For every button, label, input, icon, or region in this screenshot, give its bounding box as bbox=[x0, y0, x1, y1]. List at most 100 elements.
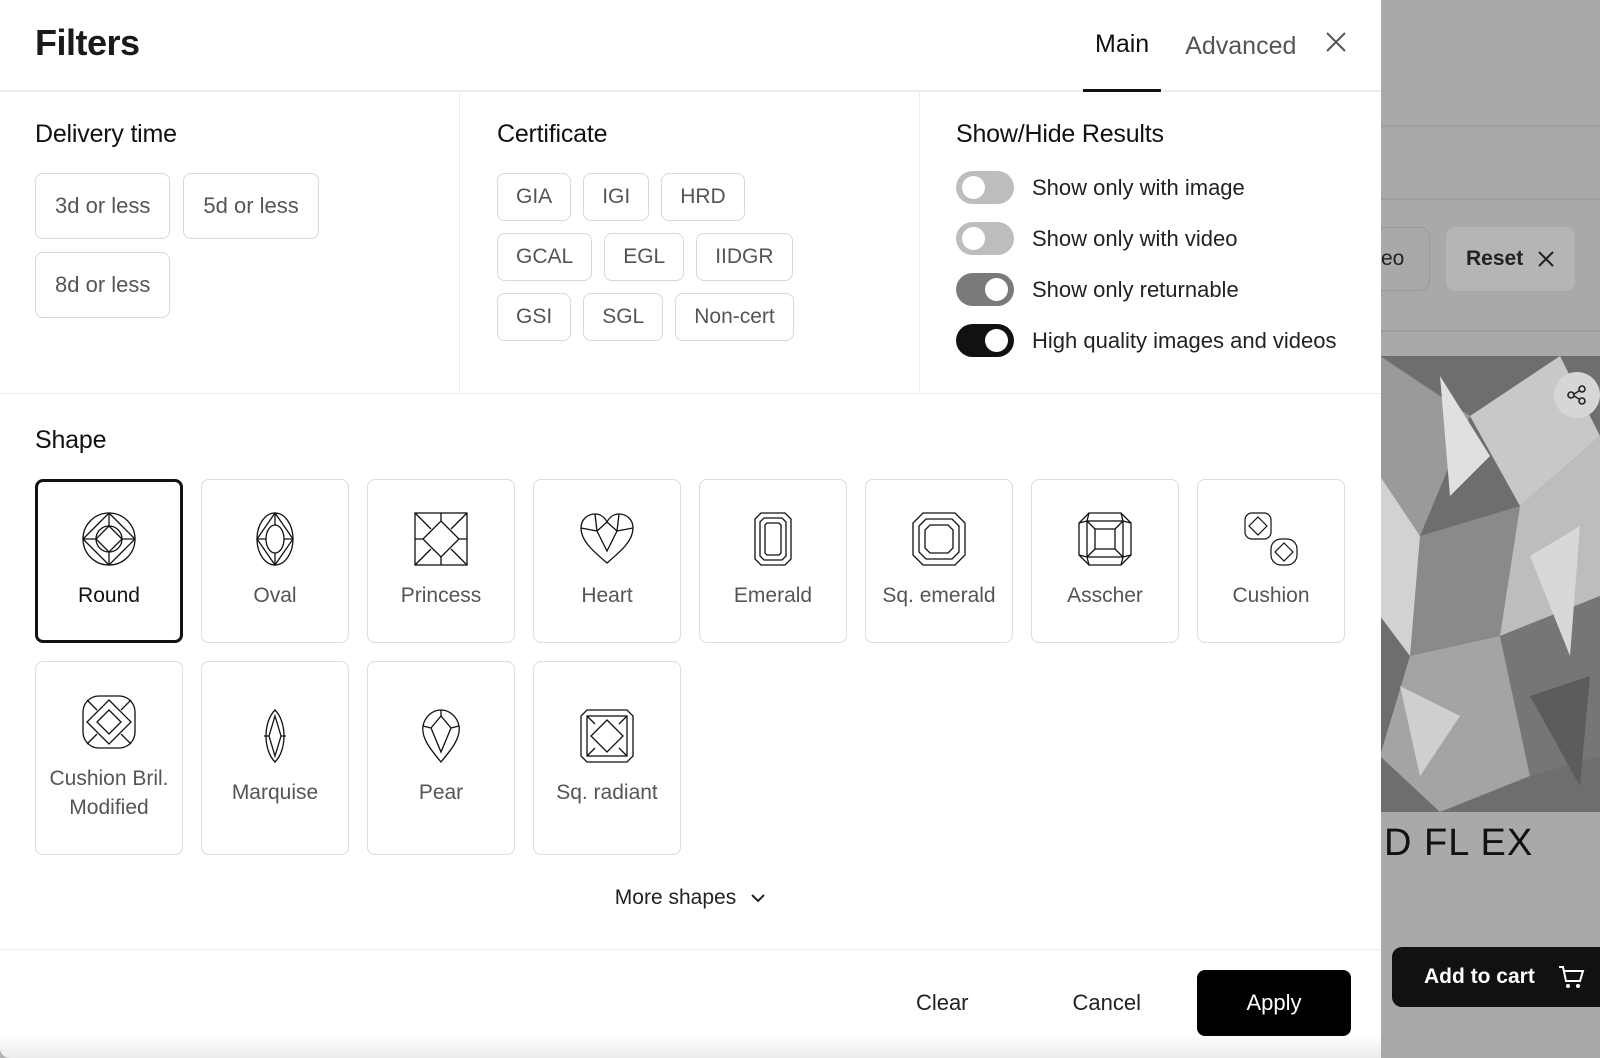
bg-divider bbox=[1380, 198, 1600, 200]
product-title: D FL EX bbox=[1384, 822, 1534, 864]
close-icon bbox=[1538, 251, 1554, 267]
modal-title: Filters bbox=[35, 22, 140, 63]
tab-bar: Main Advanced bbox=[1083, 0, 1308, 92]
bg-reset-button[interactable]: Reset bbox=[1446, 227, 1576, 291]
toggle-show-only-video[interactable]: Show only with video bbox=[956, 220, 1346, 257]
toggle-show-only-image[interactable]: Show only with image bbox=[956, 169, 1346, 206]
shape-label: Heart bbox=[581, 584, 633, 608]
asscher-icon bbox=[1078, 512, 1132, 566]
certificate-option[interactable]: HRD bbox=[661, 173, 745, 221]
certificate-option[interactable]: SGL bbox=[583, 293, 664, 341]
toggle-list: Show only with image Show only with vide… bbox=[956, 169, 1346, 359]
shape-label: Cushion bbox=[1232, 584, 1310, 608]
certificate-option[interactable]: GIA bbox=[497, 173, 572, 221]
bg-reset-label: Reset bbox=[1466, 247, 1524, 270]
toggle-switch[interactable] bbox=[956, 171, 1014, 204]
chevron-down-icon bbox=[751, 894, 765, 903]
bg-divider bbox=[1380, 125, 1600, 127]
princess-icon bbox=[414, 512, 468, 566]
tab-main[interactable]: Main bbox=[1083, 0, 1162, 92]
shape-label: Pear bbox=[418, 781, 464, 805]
certificate-section: Certificate GIA IGI HRD GCAL EGL IIDGR G… bbox=[460, 92, 920, 393]
shape-label: Marquise bbox=[231, 781, 319, 805]
tab-advanced[interactable]: Advanced bbox=[1173, 0, 1308, 92]
toggle-switch[interactable] bbox=[956, 273, 1014, 306]
shape-cushion-bril-modified[interactable]: Cushion Bril. Modified bbox=[35, 661, 183, 855]
shape-oval[interactable]: Oval bbox=[201, 479, 349, 643]
marquise-icon bbox=[264, 709, 286, 764]
shape-label: Princess bbox=[400, 584, 482, 608]
certificate-option[interactable]: IGI bbox=[583, 173, 650, 221]
share-icon bbox=[1567, 385, 1586, 405]
more-shapes-label: More shapes bbox=[614, 886, 737, 909]
add-to-cart-button[interactable]: Add to cart bbox=[1392, 947, 1600, 1007]
shape-round[interactable]: Round bbox=[35, 479, 183, 643]
delivery-option[interactable]: 8d or less bbox=[35, 252, 171, 318]
toggle-high-quality-media[interactable]: High quality images and videos bbox=[956, 322, 1346, 359]
delivery-option[interactable]: 3d or less bbox=[35, 173, 171, 239]
shape-label: Cushion Bril. Modified bbox=[49, 766, 169, 819]
delivery-title: Delivery time bbox=[35, 120, 177, 148]
toggle-switch[interactable] bbox=[956, 324, 1014, 357]
cushion-icon bbox=[1244, 512, 1298, 566]
oval-icon bbox=[256, 512, 294, 567]
bg-chip-label: eo bbox=[1381, 247, 1405, 270]
emerald-icon bbox=[754, 512, 792, 566]
clear-button[interactable]: Clear bbox=[916, 990, 969, 1016]
close-icon[interactable] bbox=[1324, 30, 1348, 54]
sq-emerald-icon bbox=[912, 512, 966, 566]
certificate-option[interactable]: GCAL bbox=[497, 233, 593, 281]
round-icon bbox=[82, 512, 136, 567]
sq-radiant-icon bbox=[580, 709, 634, 763]
certificate-option[interactable]: Non-cert bbox=[675, 293, 794, 341]
certificate-options: GIA IGI HRD GCAL EGL IIDGR GSI SGL Non-c… bbox=[497, 173, 847, 341]
shape-label: Oval bbox=[253, 584, 297, 608]
heart-icon bbox=[580, 513, 634, 565]
modal-header: Filters Main Advanced bbox=[0, 0, 1381, 92]
share-button[interactable] bbox=[1554, 372, 1600, 418]
shape-section: Shape Round Oval Princess Heart Emerald bbox=[0, 394, 1381, 950]
show-hide-section: Show/Hide Results Show only with image S… bbox=[920, 92, 1381, 393]
delivery-section: Delivery time 3d or less 5d or less 8d o… bbox=[0, 92, 460, 393]
shape-label: Sq. emerald bbox=[882, 584, 996, 608]
filters-modal: Filters Main Advanced Delivery time 3d o… bbox=[0, 0, 1381, 1058]
filter-top-row: Delivery time 3d or less 5d or less 8d o… bbox=[0, 92, 1381, 394]
certificate-title: Certificate bbox=[497, 120, 608, 148]
show-hide-title: Show/Hide Results bbox=[956, 120, 1164, 148]
shape-title: Shape bbox=[35, 426, 107, 454]
cart-icon bbox=[1558, 966, 1585, 988]
shape-sq-emerald[interactable]: Sq. emerald bbox=[865, 479, 1013, 643]
shape-grid: Round Oval Princess Heart Emerald Sq. em… bbox=[35, 479, 1346, 855]
certificate-option[interactable]: EGL bbox=[604, 233, 685, 281]
shape-marquise[interactable]: Marquise bbox=[201, 661, 349, 855]
toggle-label: Show only with image bbox=[1032, 174, 1245, 200]
shape-asscher[interactable]: Asscher bbox=[1031, 479, 1179, 643]
toggle-label: Show only with video bbox=[1032, 225, 1238, 251]
toggle-label: Show only returnable bbox=[1032, 276, 1239, 302]
more-shapes-button[interactable]: More shapes bbox=[0, 886, 1381, 910]
apply-button[interactable]: Apply bbox=[1197, 969, 1351, 1036]
diamond-image bbox=[1380, 356, 1600, 812]
shape-sq-radiant[interactable]: Sq. radiant bbox=[533, 661, 681, 855]
modal-footer: Clear Cancel Apply bbox=[0, 947, 1381, 1058]
shape-label: Emerald bbox=[733, 584, 813, 608]
shape-heart[interactable]: Heart bbox=[533, 479, 681, 643]
toggle-label: High quality images and videos bbox=[1032, 327, 1337, 353]
add-to-cart-label: Add to cart bbox=[1424, 965, 1535, 988]
certificate-option[interactable]: GSI bbox=[497, 293, 572, 341]
toggle-show-only-returnable[interactable]: Show only returnable bbox=[956, 271, 1346, 308]
shape-label: Round bbox=[78, 584, 140, 608]
shape-princess[interactable]: Princess bbox=[367, 479, 515, 643]
cushion-bril-modified-icon bbox=[82, 694, 136, 749]
toggle-switch[interactable] bbox=[956, 222, 1014, 255]
pear-icon bbox=[422, 709, 460, 764]
shape-pear[interactable]: Pear bbox=[367, 661, 515, 855]
delivery-option[interactable]: 5d or less bbox=[183, 173, 319, 239]
cancel-button[interactable]: Cancel bbox=[1073, 990, 1141, 1016]
shape-label: Asscher bbox=[1067, 584, 1143, 608]
bg-divider bbox=[1380, 330, 1600, 332]
shape-cushion[interactable]: Cushion bbox=[1197, 479, 1345, 643]
shape-label: Sq. radiant bbox=[556, 781, 658, 805]
certificate-option[interactable]: IIDGR bbox=[696, 233, 793, 281]
shape-emerald[interactable]: Emerald bbox=[699, 479, 847, 643]
